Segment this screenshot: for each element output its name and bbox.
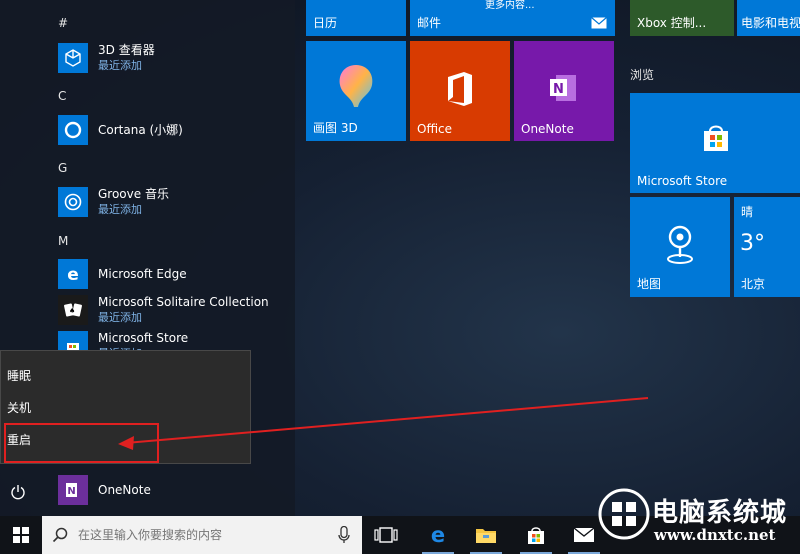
svg-text:e: e xyxy=(431,524,445,546)
windows-logo-icon xyxy=(13,527,29,543)
watermark-url: www.dnxtc.net xyxy=(654,526,776,544)
start-button[interactable] xyxy=(0,516,42,554)
microphone-icon[interactable] xyxy=(338,525,350,548)
search-input[interactable] xyxy=(78,520,328,550)
taskbar-search-box[interactable] xyxy=(42,516,362,554)
taskbar-file-explorer[interactable] xyxy=(462,516,510,554)
folder-icon xyxy=(476,529,496,543)
watermark: 电脑系统城 www.dnxtc.net xyxy=(594,476,800,554)
watermark-title: 电脑系统城 xyxy=(652,498,788,528)
watermark-logo-icon xyxy=(598,488,650,540)
search-icon xyxy=(52,527,78,543)
taskbar-store[interactable] xyxy=(512,516,560,554)
store-bag-icon xyxy=(528,527,544,544)
mail-envelope-icon xyxy=(573,527,595,542)
task-view-icon xyxy=(374,527,398,543)
edge-icon: e xyxy=(431,524,445,546)
taskbar-edge[interactable]: e xyxy=(414,516,462,554)
task-view-button[interactable] xyxy=(362,516,410,554)
annotation-arrow xyxy=(118,397,649,450)
